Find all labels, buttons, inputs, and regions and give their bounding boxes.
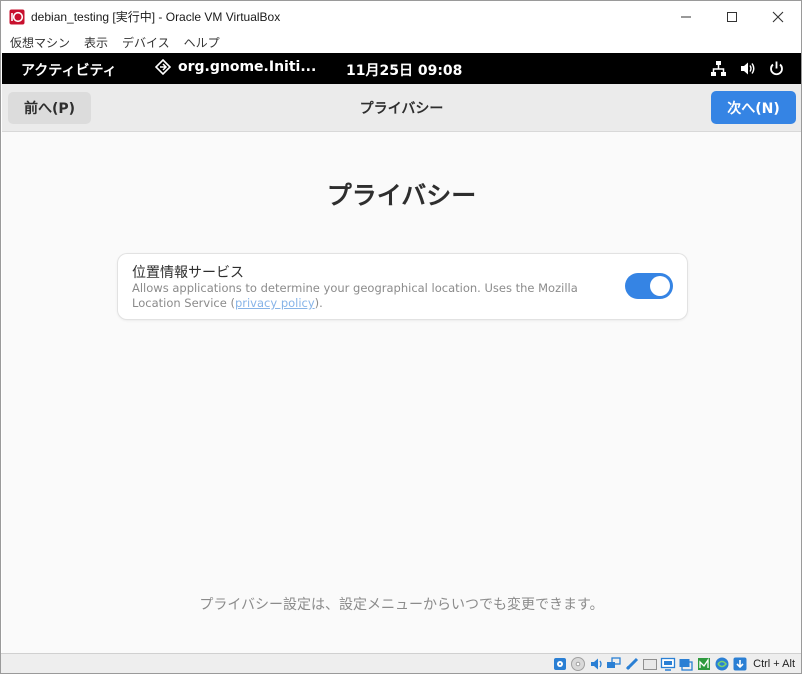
location-services-row: 位置情報サービス Allows applications to determin…: [118, 254, 687, 319]
network-icon: [710, 60, 727, 77]
virtualbox-window: debian_testing [実行中] - Oracle VM Virtual…: [0, 0, 802, 674]
network-adapter-icon[interactable]: [606, 656, 622, 672]
menu-devices[interactable]: デバイス: [122, 34, 170, 51]
video-capture-icon[interactable]: [678, 656, 694, 672]
gnome-top-bar: アクティビティ org.gnome.Initi... 11月25日 09:08: [2, 53, 801, 84]
power-icon: [768, 60, 785, 77]
usb-icon[interactable]: [624, 656, 640, 672]
optical-disk-icon[interactable]: [570, 656, 586, 672]
virtualbox-icon: [9, 9, 25, 25]
menu-view[interactable]: 表示: [84, 34, 108, 51]
location-services-title: 位置情報サービス: [132, 265, 244, 281]
maximize-icon[interactable]: [709, 1, 755, 32]
vm-menubar: 仮想マシン 表示 デバイス ヘルプ: [1, 32, 801, 52]
page-title: プライバシー: [326, 181, 477, 210]
clock[interactable]: 11月25日 09:08: [346, 60, 462, 80]
window-controls: [663, 1, 801, 32]
minimize-icon[interactable]: [663, 1, 709, 32]
host-key-label: Ctrl + Alt: [753, 658, 795, 670]
hard-disk-icon[interactable]: [552, 656, 568, 672]
setup-header-bar: プライバシー 前へ(P) 次へ(N): [2, 84, 801, 132]
volume-icon: [739, 60, 756, 77]
close-icon[interactable]: [755, 1, 801, 32]
privacy-footer-note: プライバシー設定は、設定メニューからいつでも変更できます。: [199, 597, 604, 613]
shared-folder-icon[interactable]: [642, 656, 658, 672]
switch-knob: [650, 276, 670, 296]
next-button[interactable]: 次へ(N): [711, 91, 796, 124]
app-menu-label: org.gnome.Initi...: [178, 59, 317, 75]
location-services-switch[interactable]: [625, 273, 673, 299]
system-tray[interactable]: [710, 60, 785, 77]
window-titlebar[interactable]: debian_testing [実行中] - Oracle VM Virtual…: [1, 1, 801, 32]
menu-machine[interactable]: 仮想マシン: [10, 34, 70, 51]
status-icons: Ctrl + Alt: [552, 656, 795, 672]
display-icon[interactable]: [660, 656, 676, 672]
description-text: Allows applications to determine your ge…: [132, 281, 578, 310]
app-menu[interactable]: org.gnome.Initi...: [155, 59, 316, 75]
previous-button[interactable]: 前へ(P): [8, 92, 91, 124]
description-text-end: ).: [314, 296, 323, 310]
initial-setup-icon: [155, 59, 171, 75]
cpu-icon[interactable]: [696, 656, 712, 672]
privacy-policy-link[interactable]: privacy policy: [235, 296, 315, 310]
audio-icon[interactable]: [588, 656, 604, 672]
vm-status-bar: Ctrl + Alt: [1, 653, 801, 673]
privacy-page: プライバシー 位置情報サービス Allows applications to d…: [2, 132, 801, 653]
window-title: debian_testing [実行中] - Oracle VM Virtual…: [31, 10, 281, 24]
location-services-description: Allows applications to determine your ge…: [132, 281, 612, 311]
header-title: プライバシー: [359, 101, 444, 117]
activities-button[interactable]: アクティビティ: [21, 60, 117, 80]
host-key-arrow-icon[interactable]: [732, 656, 748, 672]
menu-help[interactable]: ヘルプ: [184, 34, 220, 51]
mouse-integration-icon[interactable]: [714, 656, 730, 672]
